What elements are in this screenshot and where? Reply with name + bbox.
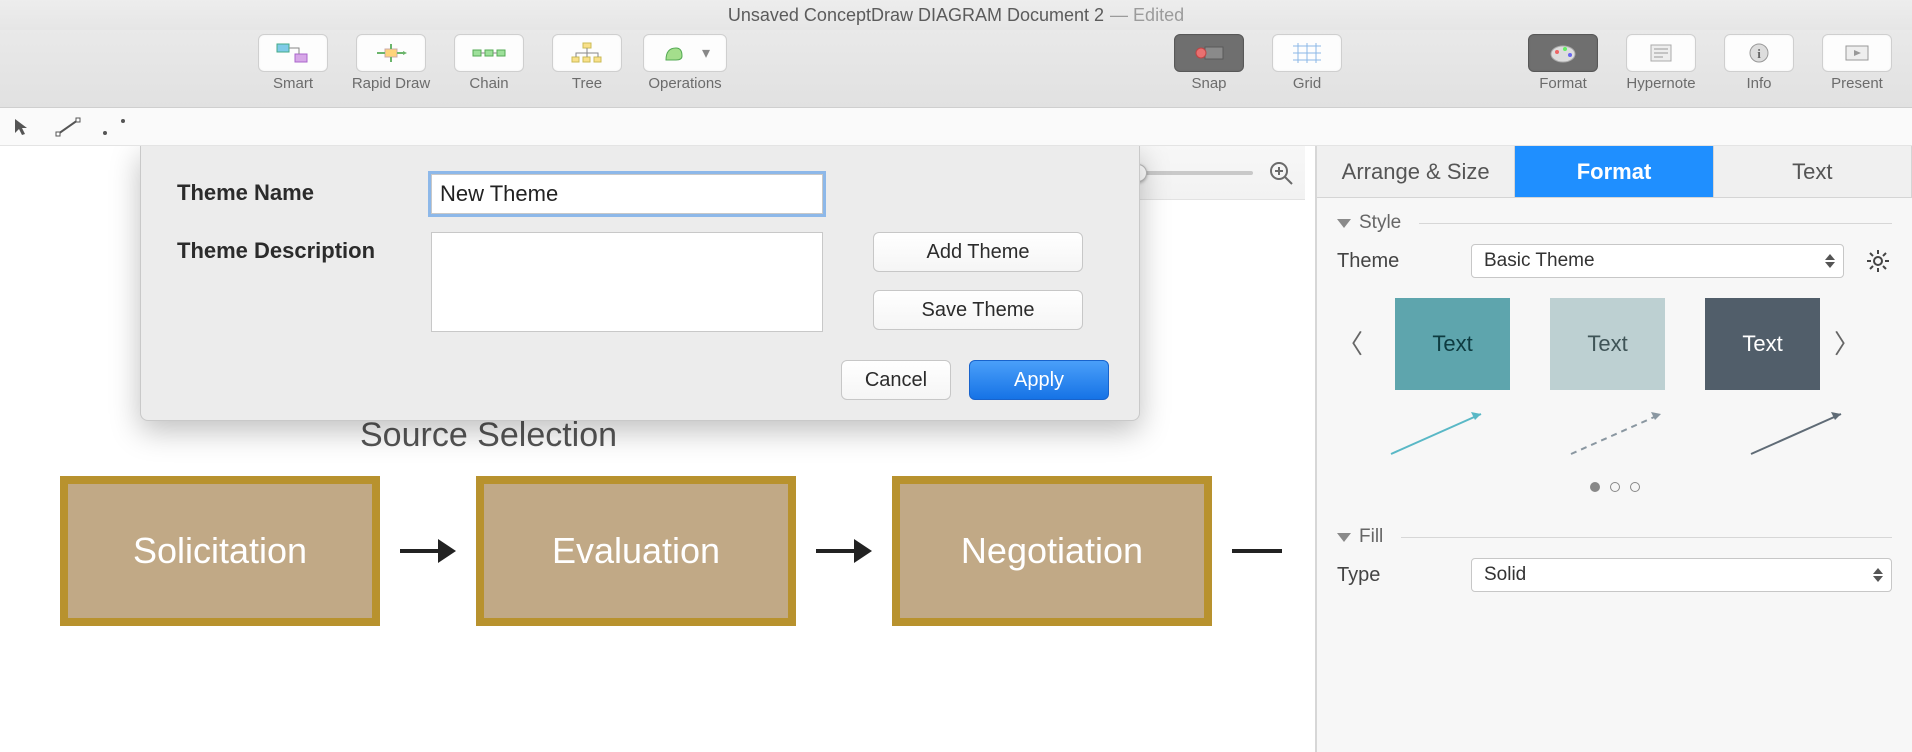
present-button[interactable]: Present — [1812, 34, 1902, 92]
style-swatch-3[interactable]: Text — [1705, 298, 1820, 390]
rapid-draw-button[interactable]: Rapid Draw — [346, 34, 436, 92]
titlebar: Unsaved ConceptDraw DIAGRAM Document 2 —… — [0, 0, 1912, 30]
grid-button[interactable]: Grid — [1262, 34, 1352, 92]
connector-icon — [101, 117, 127, 137]
tab-text[interactable]: Text — [1714, 146, 1912, 197]
theme-settings-button[interactable] — [1864, 247, 1892, 275]
zoom-in-icon[interactable] — [1267, 159, 1295, 187]
swatch-row: Text Text Text — [1377, 290, 1820, 394]
add-theme-button[interactable]: Add Theme — [873, 232, 1083, 272]
style-swatch-2[interactable]: Text — [1550, 298, 1665, 390]
fill-section-header[interactable]: Fill — [1337, 526, 1892, 548]
smart-button[interactable]: Smart — [248, 34, 338, 92]
theme-desc-label: Theme Description — [177, 232, 407, 264]
inspector-tabs: Arrange & Size Format Text — [1317, 146, 1912, 198]
flow-arrow[interactable] — [400, 539, 456, 563]
theme-desc-input[interactable] — [431, 232, 823, 332]
arrow-style-3[interactable] — [1741, 404, 1861, 464]
tree-icon — [569, 42, 605, 64]
format-button[interactable]: Format — [1518, 34, 1608, 92]
operations-button[interactable]: ▾ Operations — [640, 34, 730, 92]
pointer-tool[interactable] — [6, 113, 38, 141]
flow-row: Solicitation Evaluation Negotiation — [60, 476, 1282, 626]
style-swatch-1[interactable]: Text — [1395, 298, 1510, 390]
main-toolbar: Smart Rapid Draw Chain Tree ▾ Operations… — [0, 30, 1912, 108]
line-tool[interactable] — [52, 113, 84, 141]
swatch-prev-button[interactable]: 〈 — [1337, 324, 1363, 361]
flow-box-negotiation[interactable]: Negotiation — [892, 476, 1212, 626]
diagram-title[interactable]: Source Selection — [360, 416, 617, 455]
page-dot-3[interactable] — [1630, 482, 1640, 492]
theme-select[interactable]: Basic Theme — [1471, 244, 1844, 278]
swatch-next-button[interactable]: 〉 — [1834, 324, 1860, 361]
tree-button[interactable]: Tree — [542, 34, 632, 92]
fill-type-select[interactable]: Solid — [1471, 558, 1892, 592]
hypernote-icon — [1643, 42, 1679, 64]
chain-icon — [471, 42, 507, 64]
flow-arrow[interactable] — [816, 539, 872, 563]
snap-button[interactable]: Snap — [1164, 34, 1254, 92]
save-theme-button[interactable]: Save Theme — [873, 290, 1083, 330]
tab-format[interactable]: Format — [1515, 146, 1713, 197]
select-caret-icon — [1873, 568, 1883, 582]
flow-arrow-tail[interactable] — [1232, 549, 1282, 553]
toolbar-mid-group: Snap Grid — [1164, 34, 1352, 92]
page-dot-1[interactable] — [1590, 482, 1600, 492]
smart-icon — [275, 42, 311, 64]
theme-dialog: Theme Name Theme Description Add Theme S… — [140, 146, 1140, 421]
canvas-wrap: Source Selection Solicitation Evaluation… — [0, 146, 1316, 752]
fill-section: Fill Type Solid — [1317, 512, 1912, 610]
grid-icon — [1289, 42, 1325, 64]
present-icon — [1839, 42, 1875, 64]
disclosure-triangle-icon — [1337, 219, 1351, 228]
style-page-dots[interactable] — [1337, 474, 1892, 506]
connector-tool[interactable] — [98, 113, 130, 141]
info-icon: i — [1741, 42, 1777, 64]
tab-arrange[interactable]: Arrange & Size — [1317, 146, 1515, 197]
main-area: Source Selection Solicitation Evaluation… — [0, 146, 1912, 752]
fill-type-label: Type — [1337, 564, 1457, 587]
select-caret-icon — [1825, 254, 1835, 268]
apply-button[interactable]: Apply — [969, 360, 1109, 400]
gear-icon — [1866, 249, 1890, 273]
style-section: Style Theme Basic Theme 〈 Text Text Text — [1317, 198, 1912, 512]
document-status: — Edited — [1110, 5, 1184, 26]
style-section-header[interactable]: Style — [1337, 212, 1892, 234]
flow-box-evaluation[interactable]: Evaluation — [476, 476, 796, 626]
cancel-button[interactable]: Cancel — [841, 360, 951, 400]
sub-toolbar — [0, 108, 1912, 146]
page-dot-2[interactable] — [1610, 482, 1620, 492]
inspector-panel: Arrange & Size Format Text Style Theme B… — [1316, 146, 1912, 752]
snap-icon — [1191, 42, 1227, 64]
toolbar-right-group: Format Hypernote i Info Present — [1518, 34, 1902, 92]
theme-name-input[interactable] — [431, 174, 823, 214]
theme-name-label: Theme Name — [177, 174, 407, 206]
palette-icon — [1545, 42, 1581, 64]
disclosure-triangle-icon — [1337, 533, 1351, 542]
arrow-style-row — [1337, 394, 1892, 474]
toolbar-left-group: Smart Rapid Draw Chain Tree ▾ Operations — [248, 34, 730, 92]
operations-icon — [660, 42, 696, 64]
rapid-draw-icon — [373, 42, 409, 64]
flow-box-solicitation[interactable]: Solicitation — [60, 476, 380, 626]
svg-text:i: i — [1757, 46, 1761, 61]
document-title: Unsaved ConceptDraw DIAGRAM Document 2 — [728, 5, 1104, 26]
chain-button[interactable]: Chain — [444, 34, 534, 92]
hypernote-button[interactable]: Hypernote — [1616, 34, 1706, 92]
arrow-style-1[interactable] — [1381, 404, 1501, 464]
theme-label: Theme — [1337, 250, 1457, 273]
line-icon — [55, 117, 81, 137]
pointer-icon — [12, 117, 32, 137]
arrow-style-2[interactable] — [1561, 404, 1681, 464]
info-button[interactable]: i Info — [1714, 34, 1804, 92]
